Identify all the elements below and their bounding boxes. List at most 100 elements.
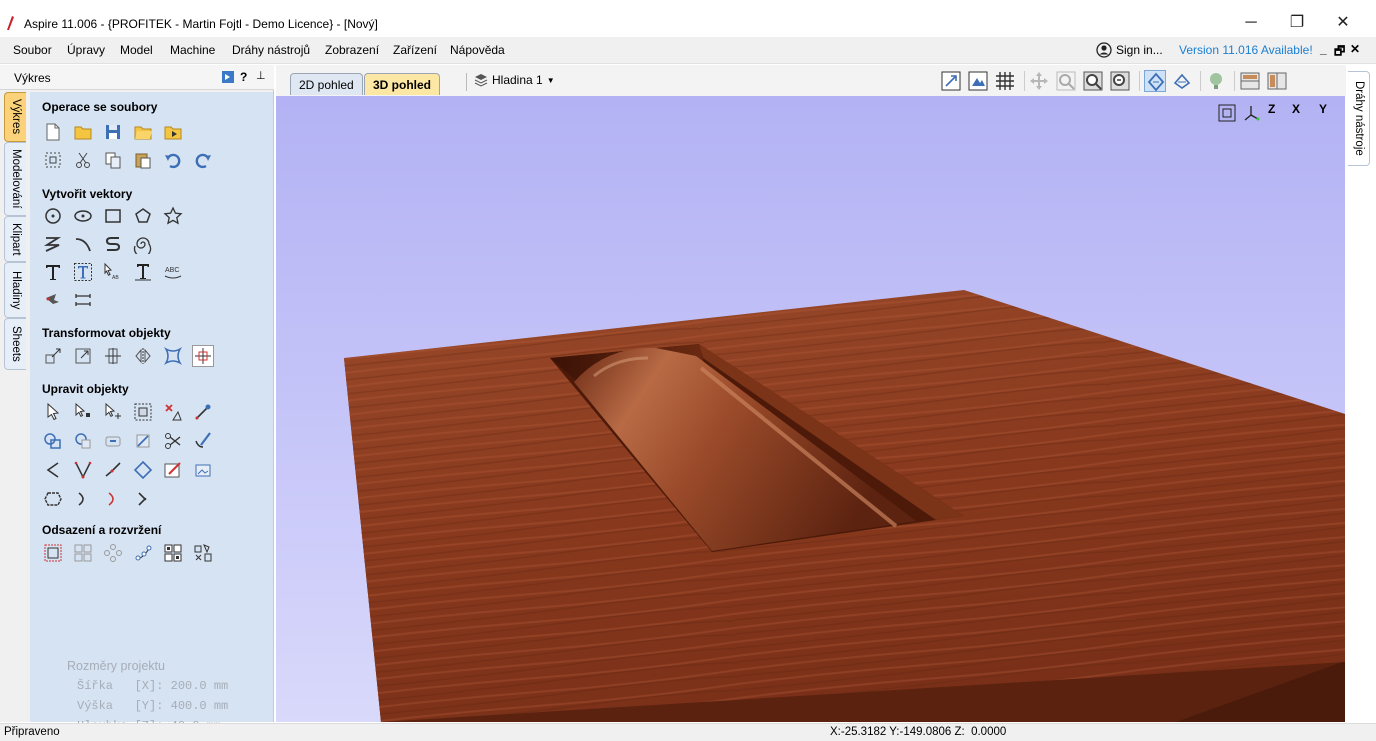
chamfer-tool-icon[interactable] [72,459,94,481]
tab-klipart[interactable]: Klipart [4,216,26,262]
dimension-tool-icon[interactable] [42,289,64,311]
interactive-trim-icon[interactable] [132,401,154,423]
maximize-button[interactable]: ❐ [1282,10,1312,36]
array-copy-icon[interactable] [72,542,94,564]
align-tool-icon[interactable] [102,345,124,367]
curve-bezier-icon[interactable] [132,488,154,510]
bend-text-icon[interactable]: ABC [162,261,184,283]
scissors-icon[interactable] [162,430,184,452]
menu-soubor[interactable]: Soubor [13,43,52,57]
arc-tool-icon[interactable] [72,233,94,255]
close-vector-icon[interactable] [42,488,64,510]
text-tool-icon[interactable] [42,261,64,283]
extend-tool-icon[interactable] [102,459,124,481]
transform-select-icon[interactable] [102,401,124,423]
iso-view-icon[interactable] [1242,104,1260,122]
undo-icon[interactable] [162,149,184,171]
show-vectors-icon[interactable] [1144,70,1166,92]
close-button[interactable]: ✕ [1328,10,1358,36]
panel-pin-button[interactable]: ⊥ [256,69,266,82]
offset-shape-icon[interactable] [132,459,154,481]
curve-arc-icon[interactable] [102,488,124,510]
copy-icon[interactable] [102,149,124,171]
node-edit-icon[interactable] [72,401,94,423]
join-vectors-icon[interactable] [192,401,214,423]
redo-icon[interactable] [192,149,214,171]
tab-modelovani[interactable]: Modelování [4,142,26,216]
snap-center-icon[interactable] [192,345,214,367]
weld-vectors-icon[interactable] [42,430,64,452]
offset-tool-icon[interactable] [42,542,64,564]
distort-tool-icon[interactable] [162,345,184,367]
copy-along-vector-icon[interactable] [132,542,154,564]
new-file-icon[interactable] [42,121,64,143]
zoom-in-icon[interactable] [1082,70,1104,92]
zoom-extents-icon[interactable] [940,70,962,92]
text-on-curve-icon[interactable]: AB [102,261,124,283]
open-file-icon[interactable] [72,121,94,143]
zoom-box-icon[interactable] [1055,70,1077,92]
mdi-close-button[interactable]: ✕ [1350,42,1360,56]
paste-icon[interactable] [132,149,154,171]
auto-layout-text-icon[interactable] [132,261,154,283]
fillet-tool-icon[interactable] [42,459,64,481]
subtract-vectors-icon[interactable] [72,430,94,452]
tab-vykres[interactable]: Výkres [4,92,26,142]
panel-dock-icon[interactable] [221,70,235,84]
menu-napoveda[interactable]: Nápověda [450,43,505,57]
text-box-tool-icon[interactable] [72,261,94,283]
view-x-button[interactable]: X [1292,102,1300,116]
ellipse-tool-icon[interactable] [72,205,94,227]
open-folder-icon[interactable] [132,121,154,143]
import-icon[interactable] [162,121,184,143]
mdi-restore-button[interactable]: 🗗 [1334,42,1345,63]
polyline-tool-icon[interactable] [42,233,64,255]
mdi-minimize-button[interactable]: _ [1320,42,1327,56]
view-2d-top-icon[interactable] [967,70,989,92]
intersect-vectors-icon[interactable] [102,430,124,452]
grid-toggle-icon[interactable] [994,70,1016,92]
tab-toolpaths[interactable]: Dráhy nástroje [1348,71,1370,166]
menu-upravy[interactable]: Úpravy [67,43,105,57]
select-tool-icon[interactable] [42,401,64,423]
lighting-icon[interactable] [1205,70,1227,92]
view-z-button[interactable]: Z [1268,102,1275,116]
menu-drahy-nastroju[interactable]: Dráhy nástrojů [232,43,310,57]
curve-tool-icon[interactable] [102,233,124,255]
sign-in-link[interactable]: Sign in... [1096,42,1163,58]
move-tool-icon[interactable] [42,345,64,367]
version-available-link[interactable]: Version 11.016 Available! [1179,43,1313,57]
circular-array-icon[interactable] [102,542,124,564]
scale-tool-icon[interactable] [72,345,94,367]
panel-help-button[interactable]: ? [240,70,247,84]
tab-3d-view[interactable]: 3D pohled [364,73,441,95]
tab-sheets[interactable]: Sheets [4,318,26,370]
star-tool-icon[interactable] [162,205,184,227]
image-trace-icon[interactable] [162,459,184,481]
show-toolpaths-icon[interactable] [1171,70,1193,92]
tab-2d-view[interactable]: 2D pohled [290,73,363,95]
save-file-icon[interactable] [102,121,124,143]
rectangle-tool-icon[interactable] [102,205,124,227]
menu-machine[interactable]: Machine [170,43,215,57]
polygon-tool-icon[interactable] [132,205,154,227]
pan-icon[interactable] [1028,70,1050,92]
layer-dropdown[interactable]: Hladina 1 ▼ [474,73,555,87]
zoom-fit-3d-icon[interactable] [1218,104,1236,122]
select-all-icon[interactable] [42,149,64,171]
auto-nest-icon[interactable] [192,542,214,564]
nesting-icon[interactable] [162,542,184,564]
menu-zarizeni[interactable]: Zařízení [393,43,437,57]
smart-bevel-icon[interactable] [192,430,214,452]
view-y-button[interactable]: Y [1319,102,1327,116]
cut-icon[interactable] [72,149,94,171]
tab-hladiny[interactable]: Hladiny [4,262,26,318]
curve-right-icon[interactable] [72,488,94,510]
split-vertical-icon[interactable] [1266,70,1288,92]
delete-duplicates-icon[interactable] [162,401,184,423]
zoom-out-icon[interactable] [1109,70,1131,92]
3d-viewport[interactable]: Z X Y [276,96,1345,722]
circle-tool-icon[interactable] [42,205,64,227]
mirror-tool-icon[interactable] [132,345,154,367]
overlap-vectors-icon[interactable] [132,430,154,452]
